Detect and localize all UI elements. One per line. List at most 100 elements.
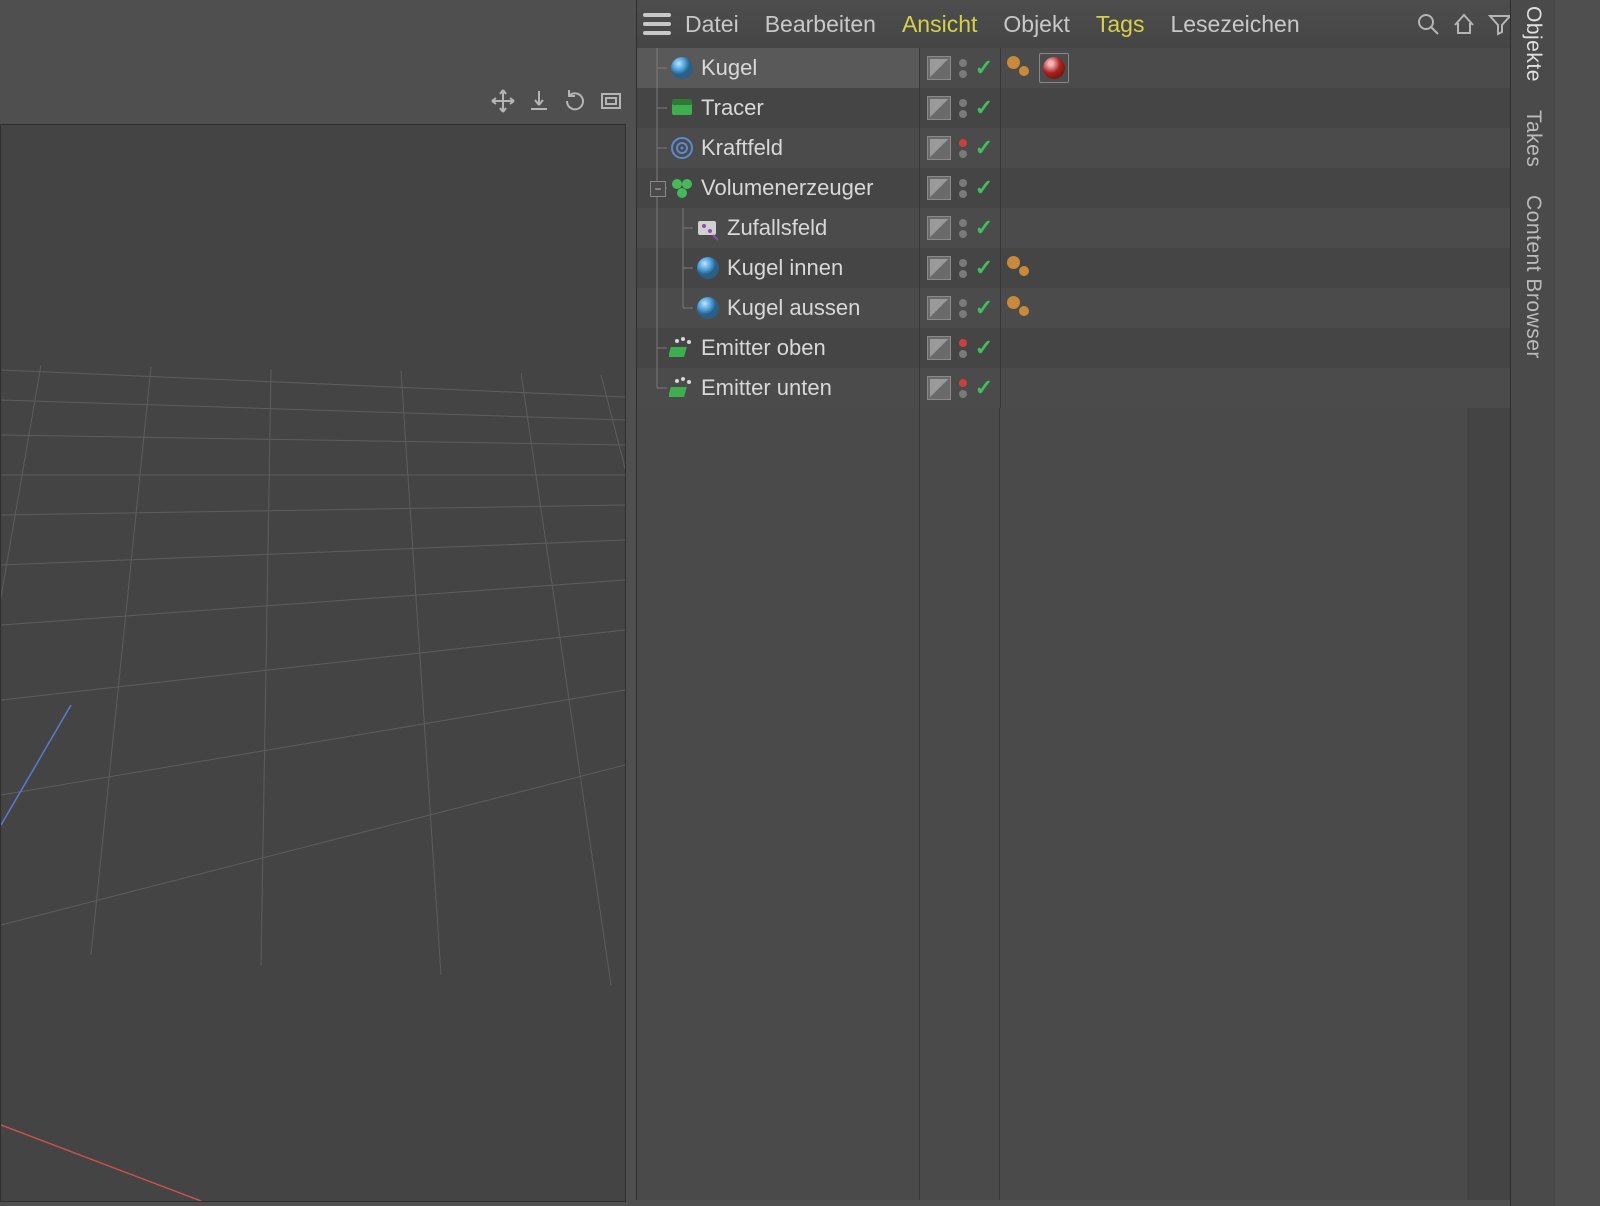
visibility-dots[interactable] bbox=[957, 339, 969, 358]
move-icon[interactable] bbox=[488, 86, 518, 116]
visibility-cell: ✓ bbox=[920, 248, 1001, 288]
enable-check-icon[interactable]: ✓ bbox=[975, 55, 993, 81]
visibility-dots[interactable] bbox=[957, 179, 969, 198]
layer-toggle[interactable] bbox=[927, 176, 951, 200]
volume-icon bbox=[669, 175, 695, 201]
tracer-icon bbox=[669, 95, 695, 121]
visibility-cell: ✓ bbox=[920, 328, 1001, 368]
emitter-icon bbox=[669, 375, 695, 401]
layer-toggle[interactable] bbox=[927, 336, 951, 360]
visibility-cell: ✓ bbox=[920, 208, 1001, 248]
tree-row[interactable]: Zufallsfeld ✓ bbox=[637, 208, 1511, 248]
object-manager-menu: Datei Bearbeiten Ansicht Objekt Tags Les… bbox=[685, 11, 1300, 38]
tree-row[interactable]: − Volumenerzeuger ✓ bbox=[637, 168, 1511, 208]
object-name[interactable]: Volumenerzeuger bbox=[701, 175, 873, 201]
home-icon[interactable] bbox=[1451, 11, 1477, 37]
visibility-dots[interactable] bbox=[957, 219, 969, 238]
enable-check-icon[interactable]: ✓ bbox=[975, 295, 993, 321]
viewport-toolbar bbox=[488, 86, 626, 116]
tag-cell bbox=[1001, 328, 1511, 368]
expand-toggle[interactable]: − bbox=[650, 181, 666, 197]
tag-cell bbox=[1001, 168, 1511, 208]
tag-cell bbox=[1001, 88, 1511, 128]
tree-row[interactable]: Emitter oben ✓ bbox=[637, 328, 1511, 368]
tab-content-browser[interactable]: Content Browser bbox=[1521, 195, 1545, 359]
tree-row[interactable]: Kraftfeld ✓ bbox=[637, 128, 1511, 168]
enable-check-icon[interactable]: ✓ bbox=[975, 215, 993, 241]
visibility-cell: ✓ bbox=[920, 168, 1001, 208]
frame-icon[interactable] bbox=[596, 86, 626, 116]
visibility-cell: ✓ bbox=[920, 128, 1001, 168]
tree-row[interactable]: Emitter unten ✓ bbox=[637, 368, 1511, 408]
menu-tags[interactable]: Tags bbox=[1096, 11, 1145, 38]
sphere-icon bbox=[695, 295, 721, 321]
object-name[interactable]: Emitter oben bbox=[701, 335, 826, 361]
menu-view[interactable]: Ansicht bbox=[902, 11, 977, 38]
side-tabs: Objekte Takes Content Browser bbox=[1510, 0, 1555, 1206]
visibility-dots[interactable] bbox=[957, 299, 969, 318]
tag-cell bbox=[1001, 48, 1511, 88]
tab-objects[interactable]: Objekte bbox=[1521, 6, 1545, 82]
tree-row[interactable]: Tracer ✓ bbox=[637, 88, 1511, 128]
object-name[interactable]: Kraftfeld bbox=[701, 135, 783, 161]
menu-icon[interactable] bbox=[643, 13, 671, 35]
enable-check-icon[interactable]: ✓ bbox=[975, 255, 993, 281]
menu-edit[interactable]: Bearbeiten bbox=[765, 11, 876, 38]
viewport-area bbox=[0, 0, 636, 1200]
tag-cell bbox=[1001, 288, 1511, 328]
sphere-icon bbox=[669, 55, 695, 81]
tree-row[interactable]: Kugel ✓ bbox=[637, 48, 1511, 88]
visibility-dots[interactable] bbox=[957, 99, 969, 118]
viewport-3d[interactable] bbox=[0, 124, 626, 1202]
object-name[interactable]: Emitter unten bbox=[701, 375, 832, 401]
search-icon[interactable] bbox=[1415, 11, 1441, 37]
object-name[interactable]: Kugel bbox=[701, 55, 757, 81]
layer-toggle[interactable] bbox=[927, 96, 951, 120]
enable-check-icon[interactable]: ✓ bbox=[975, 175, 993, 201]
object-name[interactable]: Kugel innen bbox=[727, 255, 843, 281]
material-tag-icon[interactable] bbox=[1039, 53, 1069, 83]
tree-row[interactable]: Kugel innen ✓ bbox=[637, 248, 1511, 288]
enable-check-icon[interactable]: ✓ bbox=[975, 335, 993, 361]
visibility-dots[interactable] bbox=[957, 379, 969, 398]
emitter-icon bbox=[669, 335, 695, 361]
menu-file[interactable]: Datei bbox=[685, 11, 739, 38]
layer-toggle[interactable] bbox=[927, 256, 951, 280]
visibility-dots[interactable] bbox=[957, 259, 969, 278]
layer-toggle[interactable] bbox=[927, 136, 951, 160]
random-icon bbox=[695, 215, 721, 241]
object-name[interactable]: Tracer bbox=[701, 95, 764, 121]
visibility-dots[interactable] bbox=[957, 59, 969, 78]
push-icon[interactable] bbox=[524, 86, 554, 116]
visibility-cell: ✓ bbox=[920, 48, 1001, 88]
dynamics-tag-icon[interactable] bbox=[1007, 56, 1035, 80]
rotate-icon[interactable] bbox=[560, 86, 590, 116]
visibility-cell: ✓ bbox=[920, 88, 1001, 128]
visibility-cell: ✓ bbox=[920, 368, 1001, 408]
visibility-cell: ✓ bbox=[920, 288, 1001, 328]
menu-object[interactable]: Objekt bbox=[1003, 11, 1069, 38]
layer-toggle[interactable] bbox=[927, 296, 951, 320]
tab-takes[interactable]: Takes bbox=[1521, 110, 1545, 167]
object-name[interactable]: Zufallsfeld bbox=[727, 215, 827, 241]
layer-toggle[interactable] bbox=[927, 56, 951, 80]
viewport-grid bbox=[1, 125, 625, 1201]
menu-bookmarks[interactable]: Lesezeichen bbox=[1170, 11, 1299, 38]
visibility-dots[interactable] bbox=[957, 139, 969, 158]
tag-cell bbox=[1001, 368, 1511, 408]
tree-empty-area bbox=[637, 408, 1467, 1200]
dynamics-tag-icon[interactable] bbox=[1007, 256, 1035, 280]
enable-check-icon[interactable]: ✓ bbox=[975, 375, 993, 401]
force-icon bbox=[669, 135, 695, 161]
layer-toggle[interactable] bbox=[927, 216, 951, 240]
tag-cell bbox=[1001, 208, 1511, 248]
enable-check-icon[interactable]: ✓ bbox=[975, 95, 993, 121]
sphere-icon bbox=[695, 255, 721, 281]
layer-toggle[interactable] bbox=[927, 376, 951, 400]
object-name[interactable]: Kugel aussen bbox=[727, 295, 860, 321]
tree-row[interactable]: Kugel aussen ✓ bbox=[637, 288, 1511, 328]
enable-check-icon[interactable]: ✓ bbox=[975, 135, 993, 161]
dynamics-tag-icon[interactable] bbox=[1007, 296, 1035, 320]
object-tree: Kugel ✓ Tracer ✓ Kraftfeld ✓ − Volumenerzeuger ✓… bbox=[637, 48, 1511, 1200]
tag-cell bbox=[1001, 248, 1511, 288]
